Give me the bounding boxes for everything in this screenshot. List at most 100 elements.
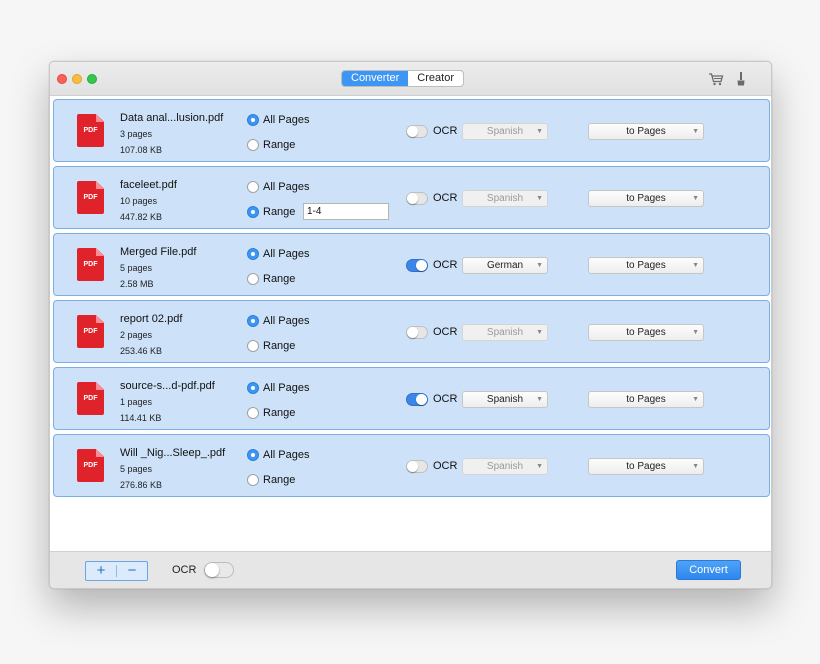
- output-format-select[interactable]: to Pages ▼: [588, 458, 704, 475]
- all-pages-option[interactable]: All Pages: [247, 181, 309, 193]
- all-pages-radio[interactable]: [247, 114, 259, 126]
- range-radio[interactable]: [247, 273, 259, 285]
- range-option[interactable]: Range: [247, 474, 295, 486]
- all-pages-option[interactable]: All Pages: [247, 114, 309, 126]
- range-option[interactable]: Range: [247, 139, 295, 151]
- range-radio[interactable]: [247, 340, 259, 352]
- range-radio[interactable]: [247, 407, 259, 419]
- pdf-file-icon: PDF: [77, 449, 104, 482]
- ocr-language-select[interactable]: Spanish ▼: [462, 123, 548, 140]
- chevron-down-icon: ▼: [536, 329, 543, 336]
- chevron-down-icon: ▼: [536, 195, 543, 202]
- ocr-language-select[interactable]: Spanish ▼: [462, 458, 548, 475]
- file-size: 447.82 KB: [120, 212, 163, 222]
- all-pages-label: All Pages: [263, 382, 310, 394]
- ocr-label: OCR: [433, 460, 458, 472]
- ocr-toggle[interactable]: [406, 125, 428, 138]
- ocr-label: OCR: [433, 192, 458, 204]
- ocr-language-value: German: [486, 260, 524, 271]
- range-label: Range: [263, 407, 296, 419]
- range-radio[interactable]: [247, 139, 259, 151]
- zoom-window-button[interactable]: [87, 74, 97, 84]
- range-option[interactable]: Range: [247, 206, 295, 218]
- minimize-window-button[interactable]: [72, 74, 82, 84]
- all-pages-radio[interactable]: [247, 449, 259, 461]
- all-pages-radio[interactable]: [247, 315, 259, 327]
- file-size: 107.08 KB: [120, 145, 163, 155]
- chevron-down-icon: ▼: [692, 262, 699, 269]
- output-format-value: to Pages: [626, 461, 666, 472]
- pdf-badge-text: PDF: [83, 194, 98, 201]
- file-row[interactable]: PDF Will _Nig...Sleep_.pdf 5 pages 276.8…: [53, 434, 770, 497]
- all-pages-option[interactable]: All Pages: [247, 382, 309, 394]
- file-row[interactable]: PDF faceleet.pdf 10 pages 447.82 KB All …: [53, 166, 770, 229]
- chevron-down-icon: ▼: [692, 329, 699, 336]
- file-row[interactable]: PDF source-s...d-pdf.pdf 1 pages 114.41 …: [53, 367, 770, 430]
- add-file-button[interactable]: +: [86, 562, 116, 580]
- range-radio[interactable]: [247, 206, 259, 218]
- global-ocr-toggle[interactable]: [204, 562, 234, 578]
- brush-icon[interactable]: [733, 71, 749, 87]
- ocr-label: OCR: [433, 326, 458, 338]
- all-pages-option[interactable]: All Pages: [247, 449, 309, 461]
- range-label: Range: [263, 474, 296, 486]
- output-format-select[interactable]: to Pages ▼: [588, 391, 704, 408]
- ocr-toggle[interactable]: [406, 192, 428, 205]
- output-format-select[interactable]: to Pages ▼: [588, 190, 704, 207]
- range-option[interactable]: Range: [247, 407, 295, 419]
- all-pages-label: All Pages: [263, 315, 310, 327]
- file-name: Data anal...lusion.pdf: [120, 112, 224, 124]
- chevron-down-icon: ▼: [692, 463, 699, 470]
- file-row[interactable]: PDF Merged File.pdf 5 pages 2.58 MB All …: [53, 233, 770, 296]
- file-size: 253.46 KB: [120, 346, 163, 356]
- add-remove-control: + −: [85, 561, 148, 581]
- file-name: Merged File.pdf: [120, 246, 197, 258]
- ocr-toggle[interactable]: [406, 259, 428, 272]
- range-label: Range: [263, 206, 296, 218]
- ocr-language-select[interactable]: Spanish ▼: [462, 190, 548, 207]
- file-page-count: 5 pages: [120, 263, 153, 273]
- range-label: Range: [263, 340, 296, 352]
- range-radio[interactable]: [247, 474, 259, 486]
- mode-segmented-control: Converter Creator: [341, 70, 464, 87]
- remove-file-button[interactable]: −: [117, 562, 147, 580]
- ocr-language-select[interactable]: German ▼: [462, 257, 548, 274]
- close-window-button[interactable]: [57, 74, 67, 84]
- all-pages-option[interactable]: All Pages: [247, 248, 309, 260]
- convert-button[interactable]: Convert: [676, 560, 741, 580]
- ocr-toggle[interactable]: [406, 326, 428, 339]
- file-row[interactable]: PDF report 02.pdf 2 pages 253.46 KB All …: [53, 300, 770, 363]
- output-format-select[interactable]: to Pages ▼: [588, 123, 704, 140]
- all-pages-option[interactable]: All Pages: [247, 315, 309, 327]
- all-pages-radio[interactable]: [247, 181, 259, 193]
- ocr-toggle[interactable]: [406, 393, 428, 406]
- range-option[interactable]: Range: [247, 340, 295, 352]
- toggle-knob: [407, 126, 418, 137]
- output-format-value: to Pages: [626, 260, 666, 271]
- pdf-file-icon: PDF: [77, 181, 104, 214]
- file-size: 2.58 MB: [120, 279, 154, 289]
- toggle-knob: [416, 260, 427, 271]
- file-row[interactable]: PDF Data anal...lusion.pdf 3 pages 107.0…: [53, 99, 770, 162]
- tab-converter[interactable]: Converter: [342, 71, 409, 86]
- all-pages-label: All Pages: [263, 114, 310, 126]
- file-name: Will _Nig...Sleep_.pdf: [120, 447, 226, 459]
- ocr-language-select[interactable]: Spanish ▼: [462, 391, 548, 408]
- all-pages-radio[interactable]: [247, 382, 259, 394]
- file-name: faceleet.pdf: [120, 179, 177, 191]
- all-pages-label: All Pages: [263, 449, 310, 461]
- tab-creator[interactable]: Creator: [408, 71, 463, 86]
- ocr-toggle[interactable]: [406, 460, 428, 473]
- title-bar: Converter Creator: [50, 62, 771, 96]
- all-pages-radio[interactable]: [247, 248, 259, 260]
- pdf-badge-text: PDF: [83, 328, 98, 335]
- cart-icon[interactable]: [708, 71, 724, 87]
- range-option[interactable]: Range: [247, 273, 295, 285]
- range-input[interactable]: 1-4: [303, 203, 389, 220]
- ocr-language-select[interactable]: Spanish ▼: [462, 324, 548, 341]
- output-format-value: to Pages: [626, 327, 666, 338]
- output-format-select[interactable]: to Pages ▼: [588, 257, 704, 274]
- output-format-value: to Pages: [626, 394, 666, 405]
- output-format-select[interactable]: to Pages ▼: [588, 324, 704, 341]
- file-page-count: 3 pages: [120, 129, 153, 139]
